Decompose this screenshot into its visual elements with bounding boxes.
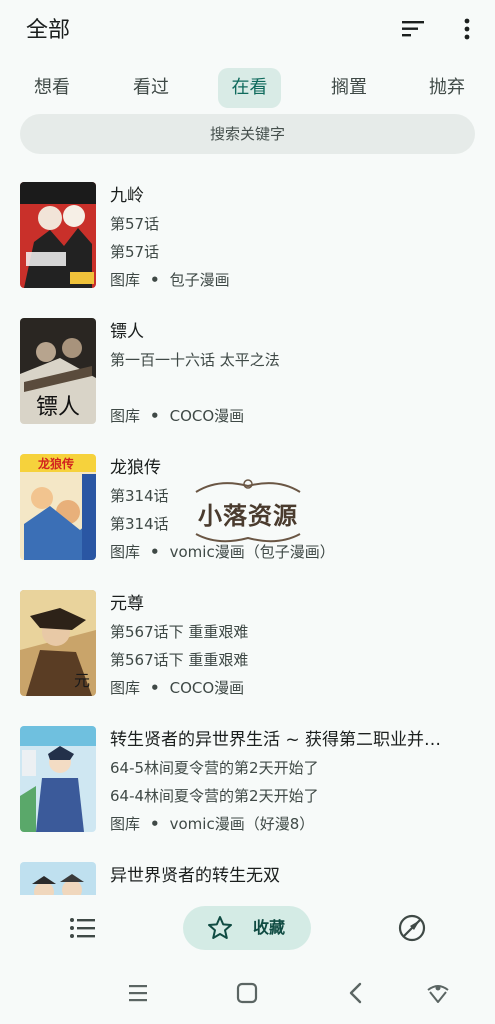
tab-want[interactable]: 想看: [22, 68, 82, 108]
separator-dot: •: [150, 271, 160, 289]
list-icon: [70, 918, 95, 938]
source-label: vomic漫画（好漫8）: [169, 815, 315, 833]
source-label: vomic漫画（包子漫画）: [169, 543, 335, 561]
nav-explore-button[interactable]: [396, 912, 428, 944]
search-input[interactable]: 搜索关键字: [20, 114, 475, 154]
latest-chapter: 第567话下 重重艰难: [110, 623, 249, 641]
top-app-bar: 全部: [0, 0, 495, 58]
list-item[interactable]: 转生贤者的异世界生活 ~ 获得第二职业并… 64-5林间夏令营的第2天开始了 6…: [0, 714, 495, 850]
separator-dot: •: [150, 543, 160, 561]
library-label: 图库: [110, 815, 141, 833]
list-item[interactable]: 异世界贤者的转生无双: [0, 850, 495, 895]
comic-title: 元尊: [110, 594, 144, 614]
back-button[interactable]: [344, 980, 368, 1006]
comic-cover: 镖人: [20, 318, 96, 424]
back-icon: [349, 982, 362, 1004]
list-item[interactable]: 元 元尊 第567话下 重重艰难 第567话下 重重艰难 图库 • COCO漫画: [0, 578, 495, 714]
tab-dropped[interactable]: 抛弃: [417, 68, 477, 108]
separator-dot: •: [150, 407, 160, 425]
read-chapter: 第57话: [110, 243, 160, 261]
more-options-button[interactable]: [452, 14, 482, 44]
library-label: 图库: [110, 407, 141, 425]
sort-icon: [402, 21, 424, 37]
status-tabs: 想看 看过 在看 搁置 抛弃: [0, 66, 495, 110]
source-label: 包子漫画: [169, 271, 230, 289]
nav-list-button[interactable]: [66, 914, 100, 944]
svg-text:元: 元: [74, 671, 90, 690]
tab-watching[interactable]: 在看: [218, 68, 281, 108]
read-chapter: 64-4林间夏令营的第2天开始了: [110, 787, 319, 805]
comic-cover: 龙狼传: [20, 454, 96, 560]
comic-title: 异世界贤者的转生无双: [110, 866, 280, 886]
assistant-button[interactable]: [424, 978, 452, 1008]
latest-chapter: 64-5林间夏令营的第2天开始了: [110, 759, 319, 777]
tab-watched[interactable]: 看过: [121, 68, 181, 108]
comic-cover: [20, 182, 96, 288]
separator-dot: •: [150, 815, 160, 833]
tab-on-hold[interactable]: 搁置: [319, 68, 379, 108]
list-item[interactable]: 镖人 镖人 第一百一十六话 太平之法 图库 • COCO漫画: [0, 306, 495, 442]
library-label: 图库: [110, 271, 141, 289]
read-chapter: 第567话下 重重艰难: [110, 651, 249, 669]
page-title: 全部: [26, 18, 71, 43]
list-item[interactable]: 九岭 第57话 第57话 图库 • 包子漫画: [0, 170, 495, 306]
library-label: 图库: [110, 679, 141, 697]
comic-title: 九岭: [110, 186, 144, 206]
star-icon: [208, 916, 232, 939]
comic-title: 镖人: [110, 322, 144, 342]
favorites-label: 收藏: [253, 918, 286, 937]
menu-icon: [129, 985, 147, 1002]
read-chapter: [110, 374, 475, 402]
list-item[interactable]: 龙狼传 龙狼传 第314话 第314话 图库 • vomic漫画（包子漫画）: [0, 442, 495, 578]
svg-text:龙狼传: 龙狼传: [38, 456, 74, 471]
source-label: COCO漫画: [169, 679, 245, 697]
latest-chapter: 第一百一十六话 太平之法: [110, 351, 280, 369]
svg-text:镖人: 镖人: [36, 395, 80, 420]
library-label: 图库: [110, 543, 141, 561]
latest-chapter: 第314话: [110, 487, 169, 505]
separator-dot: •: [150, 679, 160, 697]
comic-title: 转生贤者的异世界生活 ~ 获得第二职业并…: [110, 730, 442, 750]
comic-cover: [20, 862, 96, 895]
comic-title: 龙狼传: [110, 458, 161, 478]
comic-cover: [20, 726, 96, 832]
source-label: COCO漫画: [169, 407, 245, 425]
home-icon: [236, 982, 258, 1004]
system-navigation-bar: [0, 962, 495, 1024]
home-button[interactable]: [234, 980, 260, 1006]
assistant-icon: [427, 985, 449, 1003]
sort-button[interactable]: [398, 14, 428, 44]
nav-favorites-button[interactable]: 收藏: [183, 906, 311, 950]
compass-icon: [398, 914, 426, 942]
menu-button[interactable]: [124, 980, 152, 1006]
comic-list: 九岭 第57话 第57话 图库 • 包子漫画 镖人 镖人 第一百一十六话 太平之法 …: [0, 170, 495, 895]
comic-cover: 元: [20, 590, 96, 696]
more-vert-icon: [464, 18, 470, 40]
latest-chapter: 第57话: [110, 215, 160, 233]
bottom-navigation: 收藏: [0, 896, 495, 962]
read-chapter: 第314话: [110, 515, 169, 533]
